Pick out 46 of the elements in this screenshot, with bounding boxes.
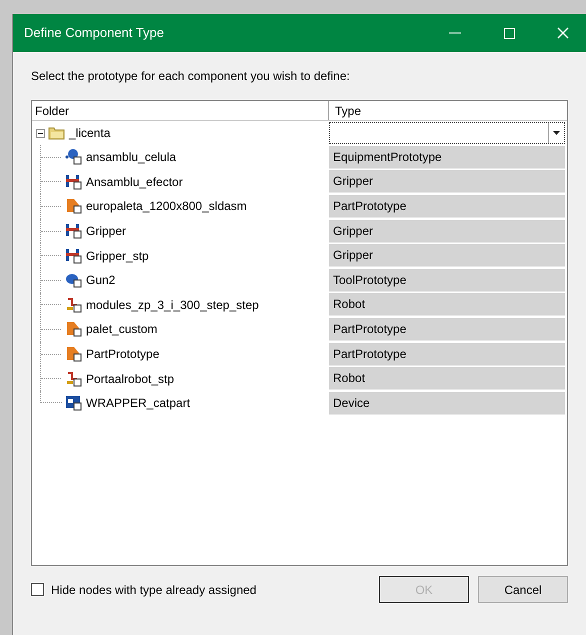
type-cell[interactable]: Gripper <box>329 244 565 268</box>
type-cell[interactable]: Robot <box>329 367 565 390</box>
tool-icon <box>65 271 83 290</box>
gripper-icon <box>65 222 83 240</box>
part-icon <box>65 345 83 364</box>
tree-item[interactable]: Portaalrobot_stp <box>86 370 174 388</box>
hide-assigned-checkbox[interactable] <box>31 583 44 596</box>
close-icon <box>557 27 569 39</box>
type-cell[interactable]: Robot <box>329 293 565 316</box>
tree-item[interactable]: _licenta <box>69 124 110 142</box>
part-icon <box>65 320 83 338</box>
tree-item[interactable]: Gun2 <box>86 271 116 290</box>
cancel-button[interactable]: Cancel <box>478 576 568 603</box>
robot-icon <box>65 296 83 314</box>
tree-item[interactable]: PartPrototype <box>86 345 160 364</box>
robot-icon <box>65 370 83 388</box>
type-dropdown[interactable] <box>329 122 565 144</box>
minimize-icon <box>449 32 461 34</box>
type-cell[interactable]: PartPrototype <box>329 342 565 366</box>
tree-item[interactable]: ansamblu_celula <box>86 148 176 166</box>
type-cell[interactable]: PartPrototype <box>329 194 565 218</box>
window-title: Define Component Type <box>24 24 165 42</box>
tree-item[interactable]: Gripper <box>86 222 126 240</box>
type-cell[interactable]: PartPrototype <box>329 318 565 341</box>
tree-item[interactable]: Ansamblu_efector <box>86 172 183 191</box>
part-icon <box>65 197 83 216</box>
type-cell[interactable]: Gripper <box>329 170 565 194</box>
type-cell[interactable]: Device <box>329 392 565 415</box>
folder-icon <box>48 126 66 140</box>
type-cell[interactable]: Gripper <box>329 220 565 243</box>
device-icon <box>65 394 83 412</box>
tree-item[interactable]: WRAPPER_catpart <box>86 394 190 412</box>
caret-icon <box>553 131 560 135</box>
type-cell[interactable]: ToolPrototype <box>329 268 565 292</box>
gripper-icon <box>65 172 83 191</box>
tree-item[interactable]: palet_custom <box>86 320 158 338</box>
tree-item[interactable]: modules_zp_3_i_300_step_step <box>86 296 259 314</box>
equipment-icon <box>65 148 83 166</box>
gripper-icon <box>65 246 83 265</box>
expander-icon[interactable] <box>36 128 45 138</box>
tree-item[interactable]: europaleta_1200x800_sldasm <box>86 197 247 216</box>
type-cell[interactable]: EquipmentPrototype <box>329 146 565 169</box>
tree-item[interactable]: Gripper_stp <box>86 246 149 265</box>
instruction-text: Select the prototype for each component you wish to define: <box>31 69 350 83</box>
maximize-icon <box>504 28 514 38</box>
checkbox-label: Hide nodes with type already assigned <box>51 582 256 598</box>
